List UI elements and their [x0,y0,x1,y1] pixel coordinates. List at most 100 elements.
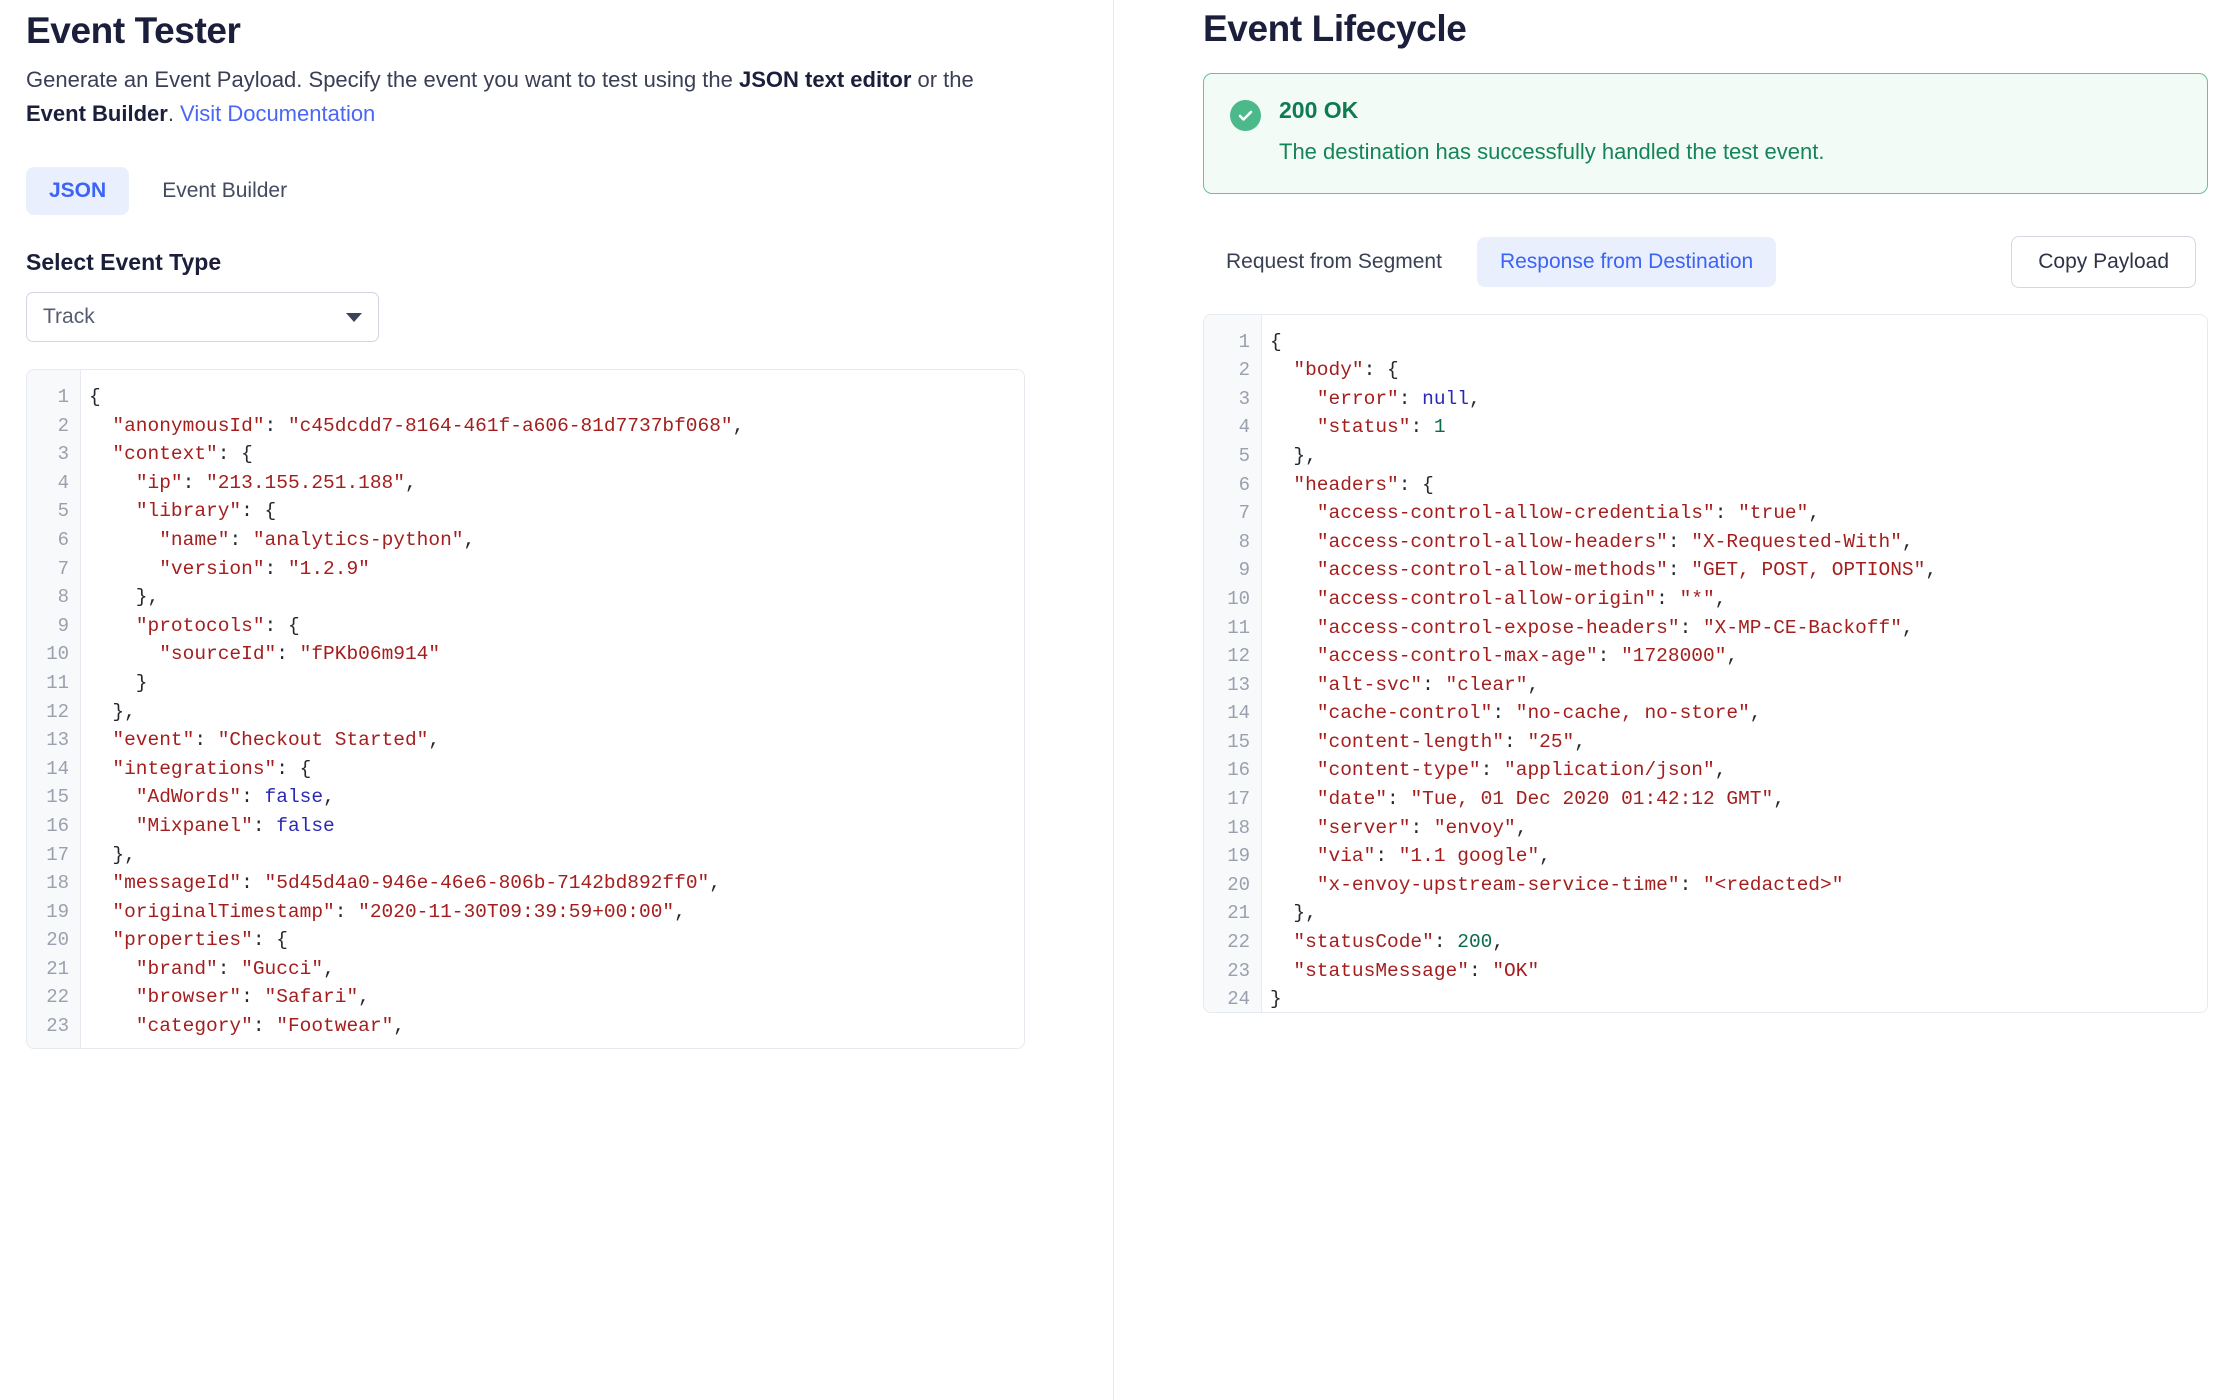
code-line: "access-control-allow-credentials": "tru… [1270,499,2207,528]
copy-payload-button[interactable]: Copy Payload [2011,235,2196,288]
code-token-pun: : [334,900,359,923]
code-token-pun: }, [1270,444,1317,467]
code-token-pun [89,415,112,437]
response-editor-code[interactable]: { "body": { "error": null, "status": 1 }… [1262,315,2207,1012]
json-editor-code[interactable]: { "anonymousId": "c45dcdd7-8164-461f-a60… [81,370,1024,1048]
code-token-key: "sourceId" [159,643,277,666]
code-token-pun: } [89,671,148,694]
code-line: "AdWords": false, [89,783,1024,812]
code-line: "alt-svc": "clear", [1270,671,2207,700]
code-token-key: "body" [1293,359,1364,382]
code-token-pun: : { [241,500,277,523]
code-line: "server": "envoy", [1270,814,2207,843]
code-token-str: "envoy" [1433,816,1516,839]
line-number: 23 [1227,959,1250,982]
code-token-pun: , [732,414,745,437]
visit-documentation-link[interactable]: Visit Documentation [180,101,375,126]
code-token-pun: , [1714,587,1727,610]
line-number: 2 [57,414,69,437]
code-token-pun [89,958,136,980]
code-line: "content-type": "application/json", [1270,756,2207,785]
code-token-key: "status" [1316,416,1411,439]
response-editor-gutter: 1 2 3 4 5 6 7 8 9 10 11 12 13 14 15 16 17 18 19 20 21 22 23 24 [1204,314,1262,1012]
line-number: 10 [1227,587,1250,610]
json-editor-gutter: 1 2 3 4 5 6 7 8 9 10 11 12 13 14 15 16 17 18 19 20 21 22 23 [27,370,81,1048]
code-token-pun [1270,502,1317,524]
code-token-pun: }, [89,843,136,866]
line-number: 7 [1238,502,1250,525]
code-token-pun: : [276,643,300,666]
code-token-key: "brand" [135,957,218,980]
code-token-key: "error" [1316,387,1399,410]
code-line: }, [89,583,1024,612]
code-line: } [89,669,1024,698]
code-token-pun: : { [252,929,288,952]
code-line: "properties": { [89,926,1024,955]
code-line: "statusCode": 200, [1270,928,2207,957]
code-token-key: "x-envoy-upstream-service-time" [1316,873,1680,896]
code-token-pun: : [264,557,288,580]
code-token-pun: , [1749,702,1762,725]
code-token-key: "access-control-allow-methods" [1316,559,1668,582]
status-banner: 200 OK The destination has successfully … [1203,73,2208,194]
code-token-pun [89,986,136,1008]
code-token-str: "analytics-python" [252,528,464,551]
code-token-str: "1.2.9" [287,557,370,580]
tab-json[interactable]: JSON [26,167,130,215]
line-number: 6 [57,528,69,551]
response-payload-editor[interactable]: 1 2 3 4 5 6 7 8 9 10 11 12 13 14 15 16 17 18 19 20 21 22 23 24 … [1203,313,2208,1013]
line-number: 16 [1227,759,1250,782]
code-token-num: 1 [1433,416,1446,439]
code-token-key: "access-control-allow-credentials" [1316,502,1715,525]
code-token-pun: : [1667,559,1692,582]
code-token-pun: , [358,986,370,1009]
line-number: 22 [1227,931,1250,954]
description-bold-json-editor: JSON text editor [739,67,912,93]
code-line: "access-control-max-age": "1728000", [1270,642,2207,671]
code-token-str: "clear" [1445,673,1528,696]
code-token-key: "server" [1316,816,1411,839]
line-number: 19 [46,900,69,923]
line-number: 9 [1238,559,1250,582]
code-token-pun [89,500,136,522]
line-number: 14 [46,757,69,780]
code-token-str: "GET, POST, OPTIONS" [1691,559,1926,582]
code-token-pun: , [323,957,335,980]
tab-event-builder[interactable]: Event Builder [139,167,310,215]
code-token-key: "access-control-allow-origin" [1316,587,1657,610]
code-token-pun [89,472,136,494]
code-line: "Mixpanel": false [89,812,1024,841]
line-number: 22 [46,986,69,1009]
code-token-pun [89,729,112,751]
code-token-pun: }, [89,586,160,609]
line-number: 14 [1227,702,1250,725]
event-type-select-value: Track [43,305,95,328]
line-number: 4 [57,471,69,494]
code-token-str: "213.155.251.188" [206,471,405,494]
line-number: 18 [1227,816,1250,839]
tab-request-from-segment[interactable]: Request from Segment [1203,237,1465,287]
code-token-pun: : { [217,443,253,466]
code-line: "cache-control": "no-cache, no-store", [1270,699,2207,728]
code-token-pun: }, [1270,902,1317,925]
code-token-pun: : [241,872,265,895]
code-line: "status": 1 [1270,413,2207,442]
tab-response-from-destination[interactable]: Response from Destination [1476,236,1777,287]
code-token-pun: : [241,786,265,809]
line-number: 1 [1238,330,1250,353]
code-line: { [89,383,1024,412]
code-token-pun: : [1480,759,1505,782]
code-line: "name": "analytics-python", [89,526,1024,555]
code-token-str: "Footwear" [276,1015,394,1038]
event-type-select[interactable]: Track [26,292,379,342]
code-token-pun: , [1539,845,1551,868]
code-token-key: "headers" [1293,473,1399,496]
code-token-pun: : [1656,587,1680,610]
json-payload-editor[interactable]: 1 2 3 4 5 6 7 8 9 10 11 12 13 14 15 16 17 18 19 20 21 22 23 { … [26,369,1025,1049]
code-token-str: "<redacted>" [1702,873,1844,896]
line-number: 6 [1238,473,1250,496]
code-token-pun: : [1714,502,1739,525]
line-number: 10 [46,643,69,666]
line-number: 13 [46,729,69,752]
code-token-pun: , [1925,559,1938,582]
